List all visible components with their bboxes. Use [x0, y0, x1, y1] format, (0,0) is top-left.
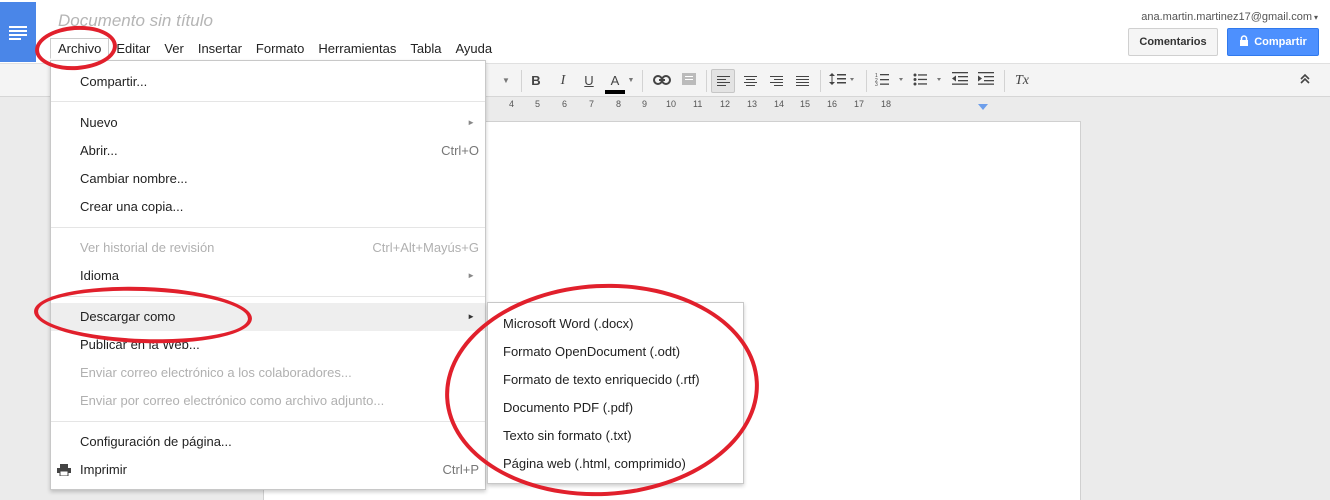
submenu-arrow-icon: ► — [467, 118, 475, 127]
file-menu: Compartir... Nuevo ► Abrir... Ctrl+O Cambi… — [50, 60, 486, 490]
clear-formatting-icon[interactable]: Tx — [1012, 72, 1032, 90]
menu-tabla[interactable]: Tabla — [403, 39, 448, 58]
menu-item-label: Compartir... — [80, 74, 148, 89]
menu-item-historial[interactable]: Ver historial de revisión Ctrl+Alt+Mayús+… — [51, 234, 485, 262]
font-size-dropdown-icon[interactable]: ▼ — [500, 72, 512, 90]
menu-item-label: Imprimir — [80, 462, 127, 477]
menu-item-label: Enviar por correo electrónico como archi… — [80, 393, 385, 408]
menu-item-label: Ver historial de revisión — [80, 240, 215, 255]
menu-item-enviar-colaboradores[interactable]: Enviar correo electrónico a los colabora… — [51, 359, 485, 387]
menu-separator — [51, 421, 485, 422]
ruler-tick: 12 — [720, 99, 731, 109]
submenu-arrow-icon: ► — [467, 312, 475, 321]
menubar: Archivo Editar Ver Insertar Formato Herramien… — [50, 38, 499, 59]
ruler-tick: 18 — [881, 99, 892, 109]
menu-formato[interactable]: Formato — [249, 39, 311, 58]
menu-item-configuracion-pagina[interactable]: Configuración de página... — [51, 428, 485, 456]
line-spacing-icon[interactable] — [828, 72, 858, 90]
lock-icon — [1240, 35, 1249, 46]
toolbar-separator — [1004, 70, 1005, 92]
text-color-icon[interactable]: A — [605, 72, 625, 94]
menu-item-label: Idioma — [80, 268, 120, 283]
share-button[interactable]: Compartir — [1227, 28, 1319, 56]
align-justify-icon[interactable] — [792, 72, 812, 90]
chevron-down-icon[interactable]: ▼ — [627, 72, 635, 90]
menu-herramientas[interactable]: Herramientas — [311, 39, 403, 58]
menu-separator — [51, 227, 485, 228]
toolbar-separator — [706, 70, 707, 92]
ruler-tick: 8 — [616, 99, 622, 109]
menu-item-label: Enviar correo electrónico a los colabora… — [80, 365, 352, 380]
menu-item-enviar-adjunto[interactable]: Enviar por correo electrónico como archi… — [51, 387, 485, 415]
ruler-tick: 17 — [854, 99, 865, 109]
svg-text:3: 3 — [875, 82, 878, 86]
collapse-icon[interactable] — [1296, 72, 1314, 90]
italic-icon[interactable]: I — [555, 72, 571, 90]
bold-icon[interactable]: B — [528, 72, 544, 90]
align-right-icon[interactable] — [766, 72, 786, 90]
menu-item-label: Configuración de página... — [80, 434, 232, 449]
link-icon[interactable] — [652, 72, 672, 90]
ruler-tick: 11 — [693, 99, 703, 109]
increase-indent-icon[interactable] — [976, 72, 996, 90]
toolbar-separator — [866, 70, 867, 92]
ruler-tick: 13 — [747, 99, 758, 109]
menu-item-shortcut: Ctrl+Alt+Mayús+G — [372, 240, 479, 255]
menu-separator — [51, 101, 485, 102]
account-email[interactable]: ana.martin.martinez17@gmail.com ▾ — [1141, 11, 1318, 23]
menu-insertar[interactable]: Insertar — [191, 39, 249, 58]
menu-ayuda[interactable]: Ayuda — [448, 39, 499, 58]
menu-item-compartir[interactable]: Compartir... — [51, 68, 485, 96]
menu-item-idioma[interactable]: Idioma ► — [51, 262, 485, 290]
menu-item-shortcut: Ctrl+P — [442, 462, 479, 477]
submenu-arrow-icon: ► — [467, 271, 475, 280]
align-left-icon[interactable] — [711, 69, 735, 93]
toolbar-separator — [642, 70, 643, 92]
bulleted-list-icon[interactable] — [912, 72, 944, 90]
ruler-tick: 10 — [666, 99, 677, 109]
menu-item-cambiar-nombre[interactable]: Cambiar nombre... — [51, 165, 485, 193]
chevron-down-icon: ▾ — [1313, 13, 1318, 22]
ruler-tick: 14 — [774, 99, 785, 109]
comments-button[interactable]: Comentarios — [1128, 28, 1218, 56]
ruler-tick: 5 — [535, 99, 541, 109]
ruler-tick: 4 — [509, 99, 515, 109]
docs-logo-icon[interactable] — [0, 2, 36, 62]
menu-item-abrir[interactable]: Abrir... Ctrl+O — [51, 137, 485, 165]
share-button-label: Compartir — [1254, 36, 1307, 48]
decrease-indent-icon[interactable] — [950, 72, 970, 90]
underline-icon[interactable]: U — [581, 72, 597, 90]
toolbar-separator — [820, 70, 821, 92]
align-center-icon[interactable] — [740, 72, 760, 90]
comment-icon[interactable] — [680, 72, 698, 90]
printer-icon — [57, 464, 71, 476]
ruler-tick: 16 — [827, 99, 838, 109]
menu-item-shortcut: Ctrl+O — [441, 143, 479, 158]
menu-item-label: Abrir... — [80, 143, 118, 158]
menu-item-label: Nuevo — [80, 115, 118, 130]
header: Documento sin título ana.martin.martinez… — [0, 0, 1330, 63]
menu-item-label: Crear una copia... — [80, 199, 184, 214]
toolbar-separator — [521, 70, 522, 92]
ruler-tick: 7 — [589, 99, 595, 109]
menu-ver[interactable]: Ver — [157, 39, 191, 58]
ruler-tick: 9 — [642, 99, 648, 109]
menu-item-label: Cambiar nombre... — [80, 171, 188, 186]
numbered-list-icon[interactable]: 123 — [874, 72, 906, 90]
account-email-text: ana.martin.martinez17@gmail.com — [1141, 11, 1312, 23]
menu-item-imprimir[interactable]: Imprimir Ctrl+P — [51, 456, 485, 484]
menu-item-crear-copia[interactable]: Crear una copia... — [51, 193, 485, 221]
ruler-tick: 15 — [800, 99, 811, 109]
menu-item-nuevo[interactable]: Nuevo ► — [51, 109, 485, 137]
right-indent-marker[interactable] — [978, 104, 988, 110]
ruler-tick: 6 — [562, 99, 568, 109]
